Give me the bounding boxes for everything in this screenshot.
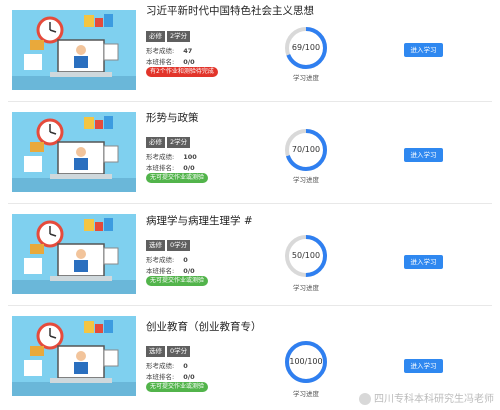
progress-value: 100/100	[289, 357, 323, 366]
course-type-tag: 选修	[146, 346, 165, 357]
course-thumbnail[interactable]	[12, 10, 136, 90]
exam-score-value: 100	[183, 153, 197, 161]
course-tags: 必修 2学分	[146, 137, 192, 148]
progress-caption: 学习进度	[293, 284, 319, 292]
class-rank-value: 0/0	[183, 373, 195, 381]
exam-score-label: 形考成绩:	[146, 362, 175, 370]
class-rank: 本班排名: 0/0	[146, 162, 195, 172]
progress-ring: 100/100	[284, 340, 328, 384]
progress-value: 70/100	[291, 145, 321, 154]
watermark-text: 四川专科本科研究生冯老师	[374, 394, 494, 405]
course-thumbnail[interactable]	[12, 316, 136, 396]
course-type-tag: 必修	[146, 137, 165, 148]
exam-score: 形考成绩: 47	[146, 45, 192, 55]
course-card: 病理学与病理生理学 # 选修 0学分 形考成绩: 0 本班排名: 0/0 无可提交作业…	[0, 204, 500, 306]
class-rank-label: 本班排名:	[146, 267, 175, 275]
status-badge: 无可提交作业或测验	[146, 276, 209, 286]
class-rank-value: 0/0	[183, 58, 195, 66]
class-rank: 本班排名: 0/0	[146, 265, 195, 275]
status-badge: 无可提交作业或测验	[146, 382, 209, 392]
course-title[interactable]: 创业教育（创业教育专）	[146, 319, 262, 334]
exam-score-label: 形考成绩:	[146, 256, 175, 264]
course-credit-tag: 2学分	[167, 137, 191, 148]
course-tags: 选修 0学分	[146, 240, 192, 251]
progress-value: 69/100	[291, 43, 321, 52]
class-rank: 本班排名: 0/0	[146, 371, 195, 381]
exam-score-value: 0	[183, 362, 188, 370]
course-type-tag: 必修	[146, 31, 165, 42]
progress-caption: 学习进度	[293, 176, 319, 184]
exam-score: 形考成绩: 0	[146, 360, 188, 370]
course-credit-tag: 0学分	[167, 240, 191, 251]
progress-ring: 50/100	[284, 234, 328, 278]
exam-score-label: 形考成绩:	[146, 47, 175, 55]
weibo-icon	[359, 393, 371, 405]
exam-score-value: 47	[183, 47, 193, 55]
exam-score: 形考成绩: 0	[146, 254, 188, 264]
class-rank-label: 本班排名:	[146, 58, 175, 66]
course-tags: 必修 2学分	[146, 31, 192, 42]
progress-ring: 70/100	[284, 128, 328, 172]
class-rank-value: 0/0	[183, 267, 195, 275]
enter-study-button[interactable]: 进入学习	[404, 255, 443, 269]
course-thumbnail[interactable]	[12, 214, 136, 294]
progress-caption: 学习进度	[293, 74, 319, 82]
progress-value: 50/100	[291, 251, 321, 260]
enter-study-button[interactable]: 进入学习	[404, 359, 443, 373]
status-badge: 无可提交作业或测验	[146, 173, 209, 183]
watermark: 四川专科本科研究生冯老师	[359, 392, 494, 408]
class-rank-value: 0/0	[183, 164, 195, 172]
course-credit-tag: 0学分	[167, 346, 191, 357]
class-rank-label: 本班排名:	[146, 164, 175, 172]
course-title[interactable]: 形势与政策	[146, 110, 199, 125]
progress-caption: 学习进度	[293, 390, 319, 398]
course-title[interactable]: 习近平新时代中国特色社会主义思想	[146, 3, 314, 18]
enter-study-button[interactable]: 进入学习	[404, 43, 443, 57]
enter-study-button[interactable]: 进入学习	[404, 148, 443, 162]
course-type-tag: 选修	[146, 240, 165, 251]
class-rank-label: 本班排名:	[146, 373, 175, 381]
exam-score: 形考成绩: 100	[146, 151, 197, 161]
course-thumbnail[interactable]	[12, 112, 136, 192]
status-badge: 有2个作业和测验待完成	[146, 67, 218, 77]
course-credit-tag: 2学分	[167, 31, 191, 42]
class-rank: 本班排名: 0/0	[146, 56, 195, 66]
course-card: 形势与政策 必修 2学分 形考成绩: 100 本班排名: 0/0 无可提交作业或测验 …	[0, 102, 500, 204]
course-tags: 选修 0学分	[146, 346, 192, 357]
exam-score-label: 形考成绩:	[146, 153, 175, 161]
progress-ring: 69/100	[284, 26, 328, 70]
exam-score-value: 0	[183, 256, 188, 264]
course-title[interactable]: 病理学与病理生理学 #	[146, 213, 253, 228]
course-card: 习近平新时代中国特色社会主义思想 必修 2学分 形考成绩: 47 本班排名: 0/0 …	[0, 0, 500, 102]
